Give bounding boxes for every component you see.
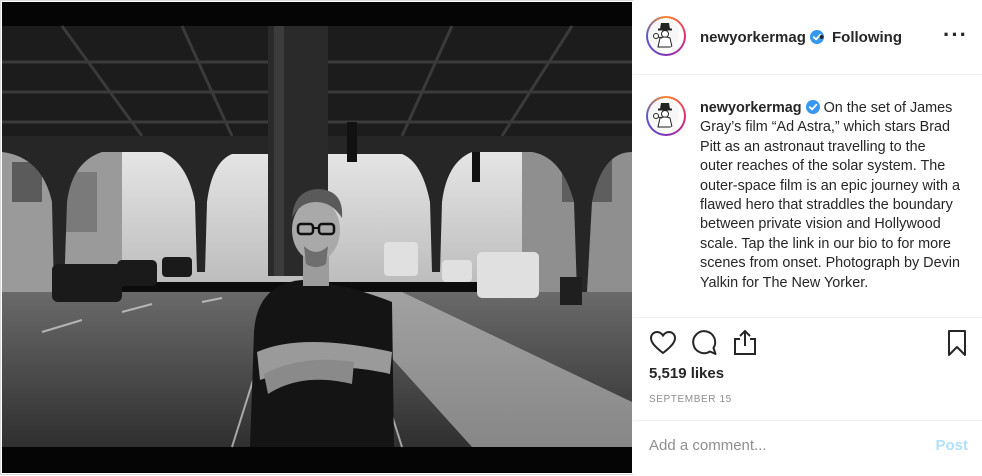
comment-icon[interactable] <box>689 328 719 358</box>
header-username[interactable]: newyorkermag <box>700 29 806 46</box>
comment-bar: Add a comment... Post <box>633 420 982 476</box>
caption-text: On the set of James Gray’s film “Ad Astr… <box>700 100 960 291</box>
more-options-icon[interactable]: ··· <box>943 22 968 48</box>
header-username-block: newyorkermag <box>700 29 824 47</box>
caption-username[interactable]: newyorkermag <box>700 100 802 116</box>
heart-icon[interactable] <box>648 328 678 358</box>
post-photo[interactable] <box>2 2 632 473</box>
bookmark-icon[interactable] <box>942 328 972 358</box>
post-caption: newyorkermag On the set of James Gray’s … <box>700 99 962 293</box>
comment-input[interactable]: Add a comment... <box>649 437 767 454</box>
post-date[interactable]: SEPTEMBER 15 <box>649 394 732 405</box>
post-comment-button[interactable]: Post <box>935 437 968 454</box>
avatar[interactable] <box>646 16 686 56</box>
header-separator: • <box>819 29 825 46</box>
verified-badge-icon <box>805 100 820 114</box>
caption-avatar[interactable] <box>646 96 686 136</box>
photo-street-under-elevated-train <box>2 2 632 473</box>
eustace-tilley-logo <box>649 19 679 49</box>
post-actions: 5,519 likes SEPTEMBER 15 <box>633 317 982 405</box>
eustace-tilley-logo <box>649 99 679 129</box>
likes-count[interactable]: 5,519 likes <box>649 365 724 382</box>
following-button[interactable]: Following <box>832 29 902 46</box>
post-side-panel: newyorkermag • Following ··· newyorkerma… <box>633 0 982 475</box>
share-icon[interactable] <box>730 328 760 358</box>
post-header: newyorkermag • Following ··· <box>633 0 982 75</box>
